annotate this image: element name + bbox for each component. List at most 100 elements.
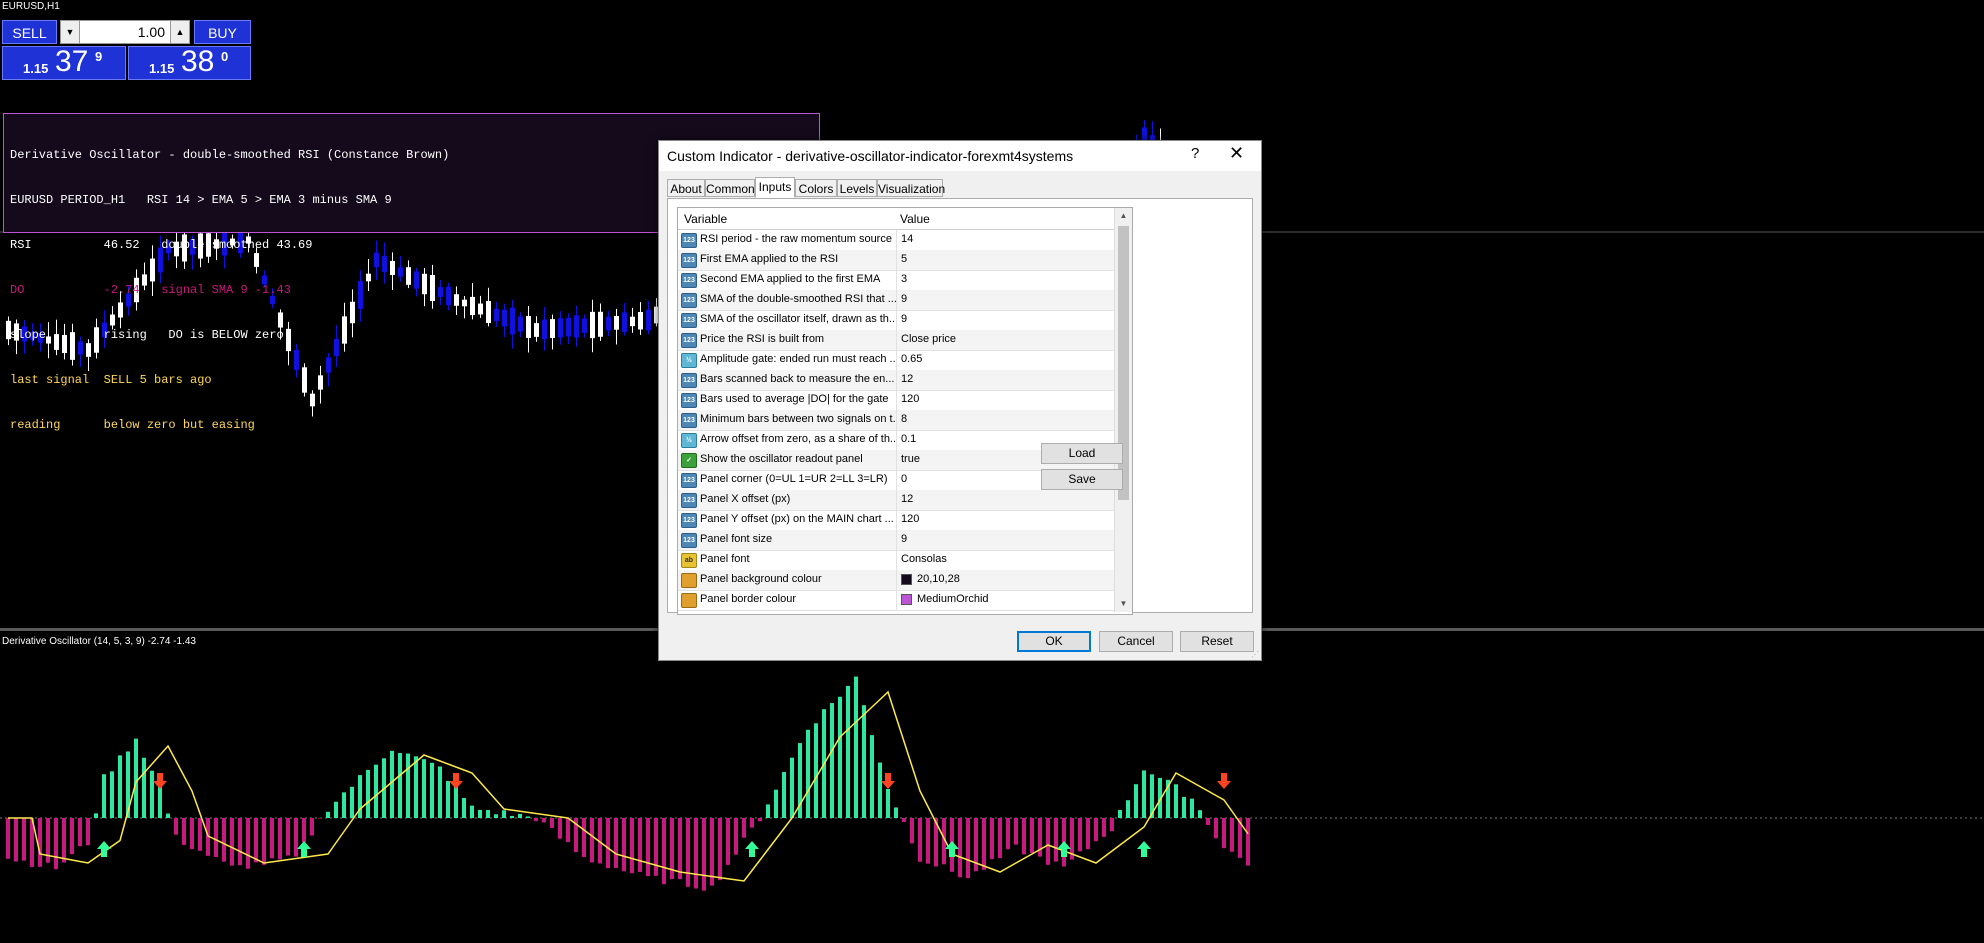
param-value-cell[interactable]: 20,10,28 — [896, 570, 1115, 590]
param-value[interactable]: 12 — [901, 373, 913, 385]
tab-visualization[interactable]: Visualization — [877, 179, 945, 197]
histogram-bar — [814, 723, 818, 818]
cancel-button[interactable]: Cancel — [1099, 631, 1173, 652]
ok-button[interactable]: OK — [1017, 631, 1091, 652]
param-value[interactable]: Close price — [901, 333, 956, 345]
histogram-bar — [830, 703, 834, 818]
histogram-bar — [550, 818, 554, 828]
param-value[interactable]: 0.65 — [901, 353, 922, 365]
input-row[interactable]: 123 Panel Y offset (px) on the MAIN chart… — [678, 510, 1114, 531]
save-button[interactable]: Save — [1041, 469, 1123, 490]
param-value-cell[interactable]: 3 — [896, 270, 1115, 290]
oscillator-subwindow[interactable] — [0, 631, 1984, 943]
inputs-grid[interactable]: Variable Value 123 RSI period - the raw m… — [677, 207, 1133, 615]
param-value-cell[interactable]: 8 — [896, 410, 1115, 430]
param-value[interactable]: 12 — [901, 493, 913, 505]
input-row[interactable]: 123 Bars used to average |DO| for the gat… — [678, 390, 1114, 411]
param-value[interactable]: 120 — [901, 393, 919, 405]
param-value[interactable]: MediumOrchid — [917, 593, 989, 605]
histogram-bar — [566, 818, 570, 843]
close-icon[interactable]: ✕ — [1229, 143, 1244, 164]
tab-about[interactable]: About — [667, 179, 705, 197]
input-row[interactable]: 123 SMA of the double-smoothed RSI that .… — [678, 290, 1114, 311]
sell-arrow-icon — [449, 773, 463, 789]
buy-button[interactable]: BUY — [194, 20, 251, 44]
dialog-title-bar[interactable]: Custom Indicator - derivative-oscillator… — [659, 141, 1261, 171]
histogram-bar — [494, 814, 498, 818]
tab-colors[interactable]: Colors — [795, 179, 837, 197]
lot-up-icon[interactable]: ▲ — [170, 21, 189, 43]
scroll-down-icon[interactable]: ▼ — [1115, 596, 1132, 612]
param-value-cell[interactable]: 0.65 — [896, 350, 1115, 370]
scroll-up-icon[interactable]: ▲ — [1115, 208, 1132, 224]
param-value-cell[interactable]: 9 — [896, 290, 1115, 310]
param-value[interactable]: 9 — [901, 313, 907, 325]
param-name: Panel font — [700, 553, 750, 565]
param-value[interactable]: true — [901, 453, 920, 465]
param-value-cell[interactable]: Consolas — [896, 550, 1115, 570]
param-value-cell[interactable]: 9 — [896, 310, 1115, 330]
param-value-cell[interactable]: MediumOrchid — [896, 590, 1115, 610]
histogram-bar — [70, 818, 74, 855]
lot-size-input[interactable]: 1.00 — [81, 21, 169, 43]
param-value-cell[interactable]: 5 — [896, 250, 1115, 270]
sell-button[interactable]: SELL — [2, 20, 57, 44]
param-value-cell[interactable]: 120 — [896, 390, 1115, 410]
tab-common[interactable]: Common — [705, 179, 755, 197]
histogram-bar — [606, 818, 610, 869]
input-row[interactable]: ½ Amplitude gate: ended run must reach ..… — [678, 350, 1114, 371]
lot-down-icon[interactable]: ▼ — [61, 21, 80, 43]
param-value-cell[interactable]: 12 — [896, 490, 1115, 510]
color-swatch[interactable] — [901, 594, 912, 605]
reset-button[interactable]: Reset — [1180, 631, 1254, 652]
param-value[interactable]: 5 — [901, 253, 907, 265]
input-row[interactable]: 123 Second EMA applied to the first EMA 3 — [678, 270, 1114, 291]
param-value[interactable]: 9 — [901, 293, 907, 305]
input-row[interactable]: 123 Bars scanned back to measure the en..… — [678, 370, 1114, 391]
param-value[interactable]: Consolas — [901, 553, 947, 565]
param-name: Arrow offset from zero, as a share of th… — [700, 433, 896, 445]
param-value[interactable]: 120 — [901, 513, 919, 525]
input-row[interactable]: 123 First EMA applied to the RSI 5 — [678, 250, 1114, 271]
param-type-int-icon: 123 — [681, 273, 697, 288]
bid-price[interactable]: 1.15 37 9 — [2, 45, 126, 80]
input-row[interactable]: ab Panel font Consolas — [678, 550, 1114, 571]
input-row[interactable]: Panel background colour 20,10,28 — [678, 570, 1114, 591]
input-row[interactable]: 123 Minimum bars between two signals on t… — [678, 410, 1114, 431]
param-value-cell[interactable]: Close price — [896, 330, 1115, 350]
param-value-cell[interactable]: 120 — [896, 510, 1115, 530]
histogram-bar — [1190, 798, 1194, 818]
histogram-bar — [558, 818, 562, 839]
inputs-scrollbar[interactable]: ▲ ▼ — [1114, 208, 1132, 612]
color-swatch[interactable] — [901, 574, 912, 585]
param-value[interactable]: 8 — [901, 413, 907, 425]
input-row[interactable]: Panel border colour MediumOrchid — [678, 590, 1114, 611]
input-row[interactable]: 123 RSI period - the raw momentum source 1… — [678, 230, 1114, 251]
param-value-cell[interactable]: 12 — [896, 370, 1115, 390]
resize-grip-icon[interactable]: ⋰ — [1251, 650, 1259, 659]
param-value[interactable]: 9 — [901, 533, 907, 545]
variable-column-header[interactable]: Variable — [684, 212, 727, 226]
param-value-cell[interactable]: 9 — [896, 530, 1115, 550]
load-button[interactable]: Load — [1041, 443, 1123, 464]
tab-levels[interactable]: Levels — [837, 179, 877, 197]
param-value[interactable]: 3 — [901, 273, 907, 285]
histogram-bar — [622, 818, 626, 872]
param-value[interactable]: 14 — [901, 233, 913, 245]
lot-size-stepper[interactable]: ▼ 1.00 ▲ — [60, 20, 190, 44]
histogram-bar — [742, 818, 746, 838]
input-row[interactable]: 123 SMA of the oscillator itself, drawn a… — [678, 310, 1114, 331]
histogram-bar — [870, 735, 874, 818]
input-row[interactable]: 123 Panel X offset (px) 12 — [678, 490, 1114, 511]
input-row[interactable]: 123 Panel font size 9 — [678, 530, 1114, 551]
input-row[interactable]: 123 Price the RSI is built from Close pric… — [678, 330, 1114, 351]
param-value[interactable]: 0.1 — [901, 433, 916, 445]
ask-price[interactable]: 1.15 38 0 — [128, 45, 251, 80]
param-value-cell[interactable]: 14 — [896, 230, 1115, 250]
param-value[interactable]: 20,10,28 — [917, 573, 960, 585]
param-value[interactable]: 0 — [901, 473, 907, 485]
param-name: Panel Y offset (px) on the MAIN chart ..… — [700, 513, 894, 525]
value-column-header[interactable]: Value — [900, 212, 930, 226]
help-icon[interactable]: ? — [1191, 145, 1199, 162]
tab-inputs[interactable]: Inputs — [755, 177, 795, 198]
